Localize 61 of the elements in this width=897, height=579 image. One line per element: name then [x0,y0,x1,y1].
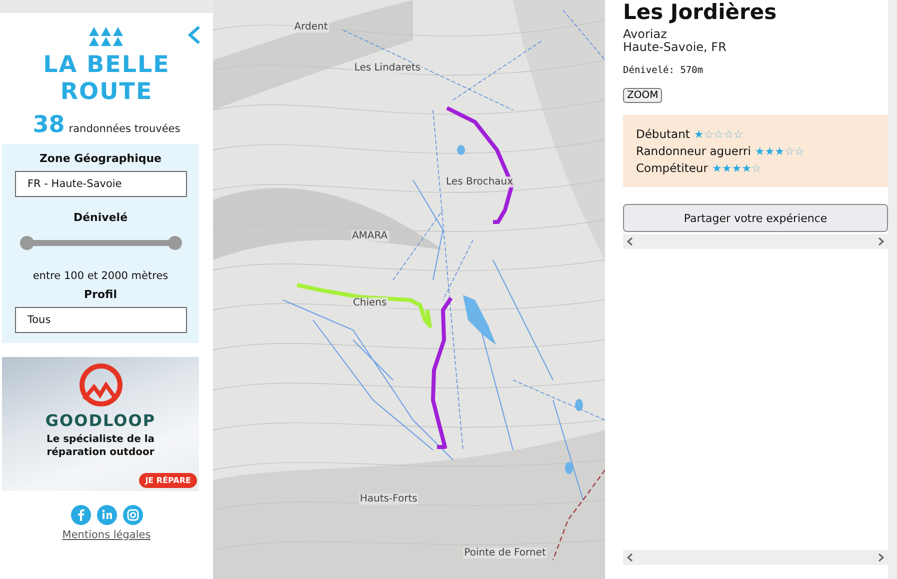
place-label: Ardent [293,22,329,33]
legal-link[interactable]: Mentions légales [62,529,151,541]
route-line[interactable] [431,296,453,449]
place-label: Les Lindarets [353,62,422,74]
place-label: Pointe de Fornet [463,547,547,558]
place-label: Hauts-Forts [358,494,418,505]
rating-label: Randonneur aguerri [636,144,751,158]
star-icon: ☆ [714,128,724,140]
star-icon: ★ [742,162,752,174]
filter-label: Profil [84,288,117,301]
scroll-left-icon[interactable] [627,237,633,246]
result-label: randonnées trouvées [68,123,180,135]
logo-text: LA BELLE ROUTE [43,52,170,106]
scroll-right-icon[interactable] [878,553,884,562]
linkedin-icon[interactable] [96,505,116,525]
scroll-right-icon[interactable] [878,237,884,246]
ad-button[interactable]: JE RÉPARE [139,473,197,488]
star-icon: ☆ [704,128,714,140]
filter-label: Zone Géographique [39,152,162,165]
star-icon: ★ [764,146,775,156]
scroll-left-icon[interactable] [627,553,633,562]
star-icon: ★ [722,162,732,174]
zoom-button[interactable]: ZOOM [623,88,662,103]
star-icon: ☆ [751,162,762,174]
instagram-icon[interactable] [122,505,142,525]
star-icon: ★ [754,146,765,156]
trail-town: Avoriaz [623,28,667,41]
elevation-text: Dénivelé: 570m [623,65,704,76]
trail-title: Les Jordières [623,0,777,24]
star-icon: ☆ [724,128,734,140]
ad-brand: GOODLOOP [45,411,156,430]
filter-label: Dénivelé [73,211,128,224]
star-icon: ★ [774,146,785,156]
trail-region: Haute-Savoie, FR [623,41,726,54]
range-slider[interactable] [20,236,182,250]
result-count: 38 [32,112,65,138]
range-reading: entre 100 et 2000 mètres [32,270,168,282]
scrollbar[interactable] [623,234,888,249]
rating-label: Compétiteur [636,161,708,175]
route-line[interactable] [446,106,514,224]
back-chevron-icon[interactable] [187,25,201,45]
triangles-logo-icon [89,27,124,46]
select-field[interactable]: Tous [14,307,186,333]
scrollbar[interactable] [888,0,897,579]
rating-label: Débutant [636,127,690,141]
place-label: Les Brochaux [445,176,514,188]
slider-handle[interactable] [168,236,182,250]
ad-banner[interactable]: GOODLOOP Le spécialiste de la réparation outdoor JE RÉPARE [2,357,199,491]
scrollbar[interactable] [623,550,888,565]
select-field[interactable]: FR - Haute-Savoie [14,171,186,197]
facebook-icon[interactable] [70,505,90,525]
star-icon: ★ [712,162,722,174]
star-icon: ★ [694,128,704,140]
place-label: AMARA [350,230,389,242]
ad-tagline: Le spécialiste de la réparation outdoor [46,433,156,459]
slider-handle[interactable] [20,236,34,250]
share-button[interactable]: Partager votre expérience [623,204,888,232]
star-icon: ★ [732,162,742,174]
star-icon: ☆ [733,128,744,140]
star-icon: ☆ [794,146,804,156]
star-icon: ☆ [784,146,794,156]
